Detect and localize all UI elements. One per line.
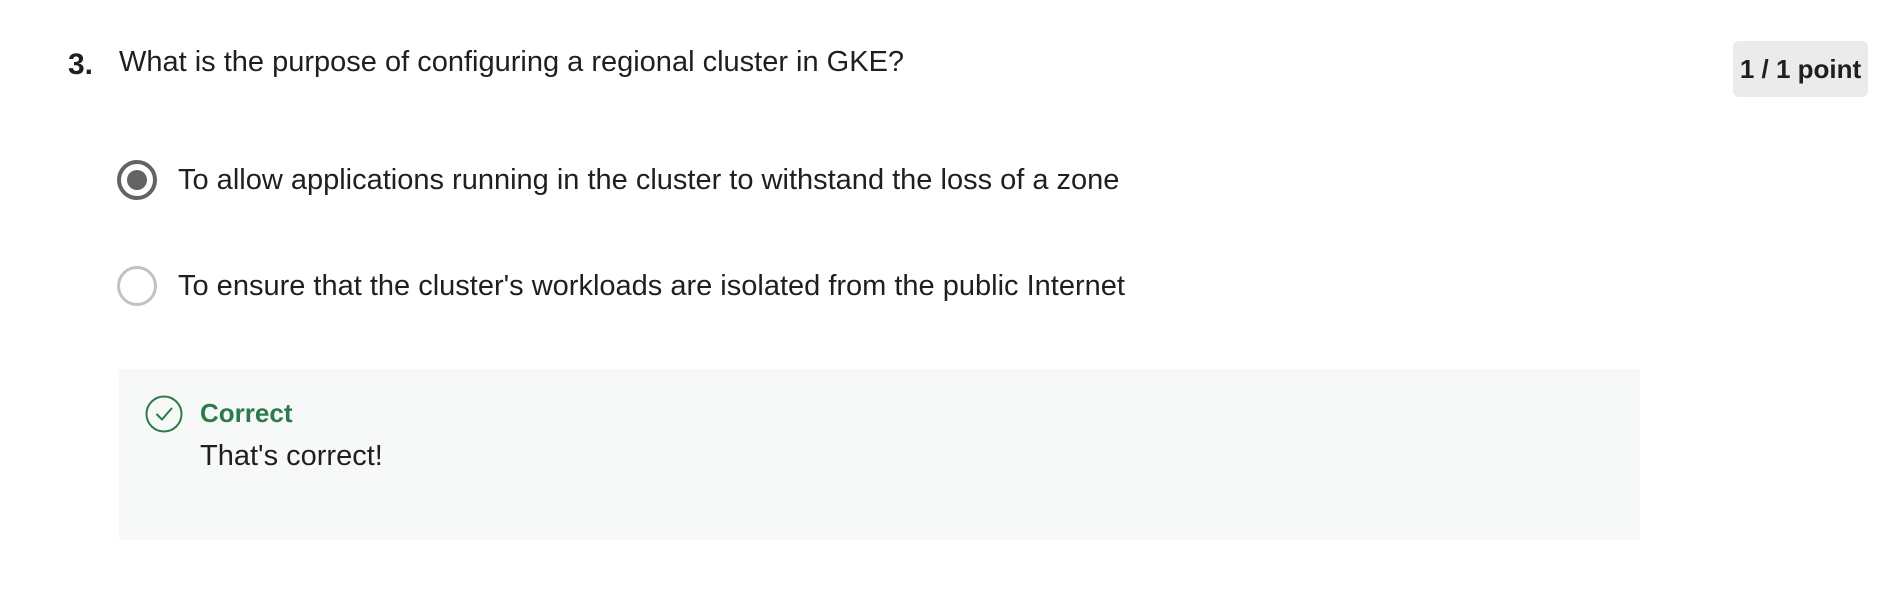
check-circle-icon (145, 395, 183, 433)
radio-dot (127, 170, 147, 190)
radio-button-selected[interactable] (117, 160, 157, 200)
points-badge: 1 / 1 point (1733, 41, 1868, 97)
feedback-title: Correct (200, 398, 293, 428)
answer-option-1[interactable]: To allow applications running in the clu… (117, 160, 1119, 200)
question-text: What is the purpose of configuring a reg… (119, 46, 905, 78)
feedback-text: That's correct! (200, 440, 383, 472)
radio-button-unselected[interactable] (117, 266, 157, 306)
answer-option-label: To ensure that the cluster's workloads a… (178, 270, 1125, 302)
answer-option-label: To allow applications running in the clu… (178, 164, 1120, 196)
answer-option-2[interactable]: To ensure that the cluster's workloads a… (117, 266, 1125, 306)
feedback-panel: Correct That's correct! (119, 369, 1640, 540)
question-number: 3. (68, 48, 94, 81)
